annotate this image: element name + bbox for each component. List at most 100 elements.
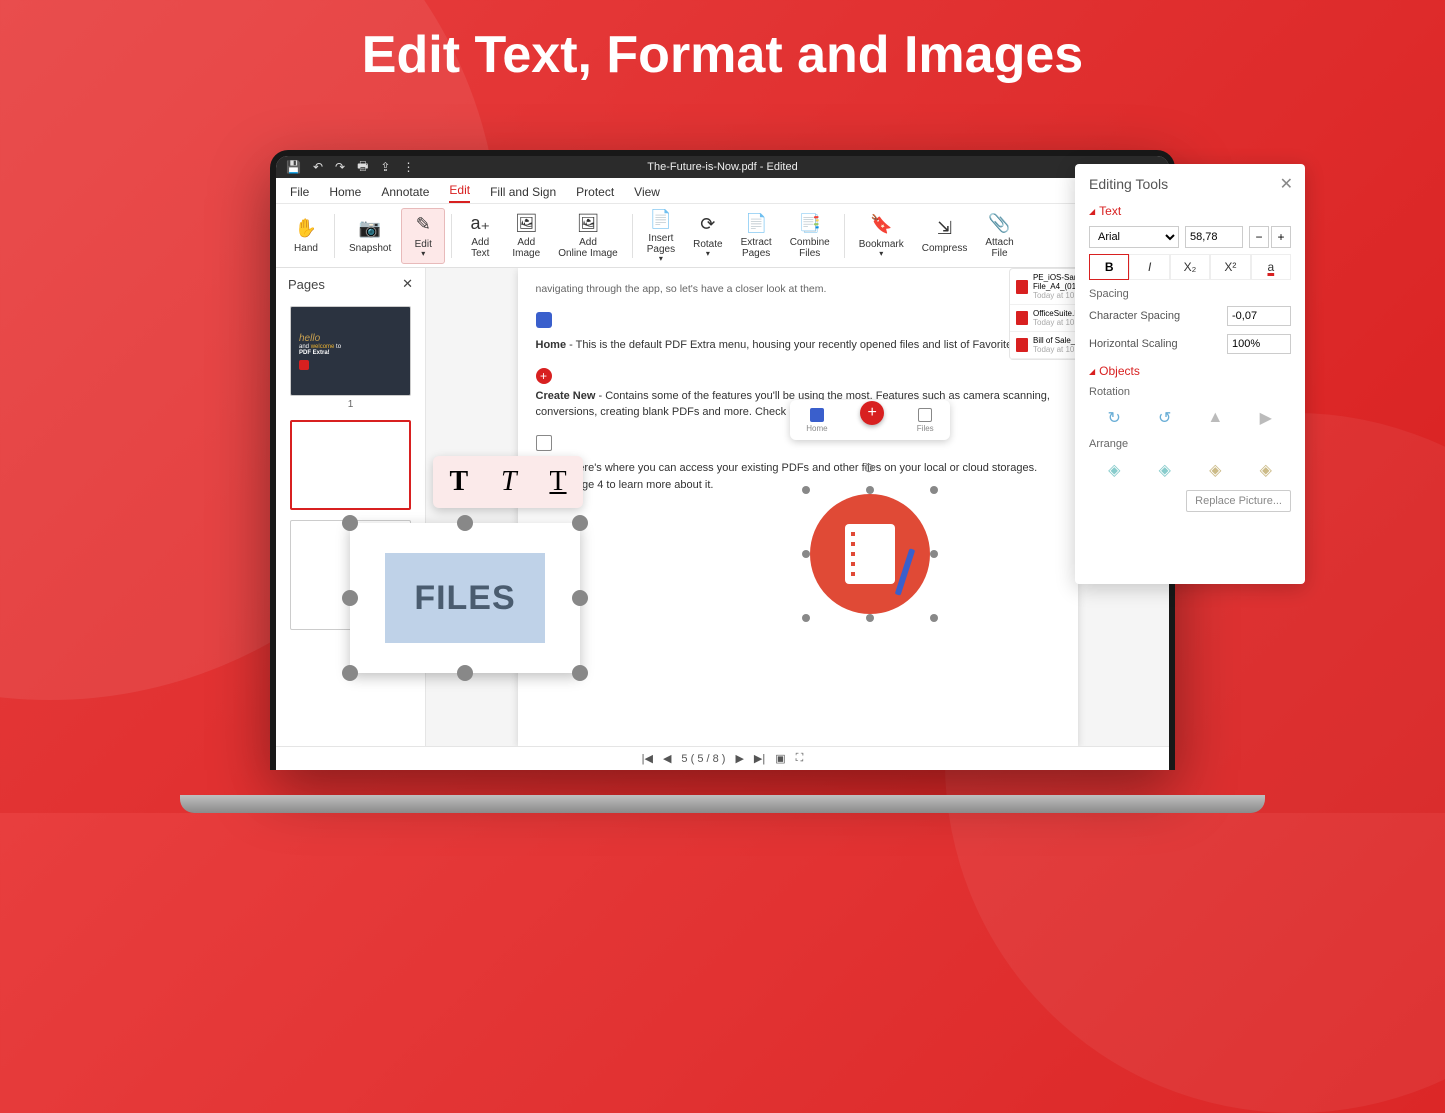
extract-icon: 📄 [745, 212, 767, 234]
compress-button[interactable]: ⇲Compress [914, 208, 976, 264]
resize-handle[interactable] [457, 665, 473, 681]
send-back-icon[interactable]: ◈ [1252, 458, 1280, 482]
bookmark-button[interactable]: 🔖Bookmark▾ [851, 208, 912, 264]
rotate-ccw-icon[interactable]: ↺ [1151, 406, 1179, 430]
undo-icon[interactable]: ↶ [313, 160, 323, 174]
text-style-popup: T T T [433, 456, 583, 508]
resize-handle[interactable] [342, 590, 358, 606]
send-backward-icon[interactable]: ◈ [1201, 458, 1229, 482]
flip-v-icon[interactable]: ▶ [1252, 406, 1280, 430]
pager-last[interactable]: ▶| [754, 752, 765, 765]
edit-tool[interactable]: ✎Edit▾ [401, 208, 445, 264]
save-icon[interactable]: 💾 [286, 160, 301, 174]
notepad-icon [845, 524, 895, 584]
mini-nav-files[interactable]: Files [917, 408, 934, 433]
menu-view[interactable]: View [634, 185, 660, 203]
rotate-cw-icon[interactable]: ↻ [1100, 406, 1128, 430]
menu-protect[interactable]: Protect [576, 185, 614, 203]
resize-handle[interactable] [572, 515, 588, 531]
close-pages-icon[interactable]: ✕ [402, 276, 413, 292]
resize-handle[interactable] [930, 614, 938, 622]
bring-front-icon[interactable]: ◈ [1100, 458, 1128, 482]
mini-nav-home[interactable]: Home [806, 408, 827, 433]
text-section-header[interactable]: Text [1089, 204, 1291, 218]
pager-first[interactable]: |◀ [642, 752, 653, 765]
menu-fillsign[interactable]: Fill and Sign [490, 185, 556, 203]
laptop-frame: 💾 ↶ ↷ 🖶 ⇪ ⋮ The-Future-is-Now.pdf - Edit… [270, 150, 1175, 770]
resize-handle[interactable] [866, 614, 874, 622]
bold-style-button[interactable]: T [449, 466, 468, 498]
char-spacing-input[interactable] [1227, 306, 1291, 326]
subscript-button[interactable]: X₂ [1170, 254, 1210, 280]
rotate-button[interactable]: ⟳Rotate▾ [685, 208, 730, 264]
pager-zoom-icon[interactable]: ⛶ [796, 752, 804, 765]
bring-forward-icon[interactable]: ◈ [1151, 458, 1179, 482]
underline-style-button[interactable]: T [549, 466, 566, 498]
flip-h-icon[interactable]: ▲ [1201, 406, 1229, 430]
selected-image-object[interactable]: ⟳ [790, 474, 950, 634]
menu-annotate[interactable]: Annotate [381, 185, 429, 203]
selected-text-object[interactable]: FILES [350, 523, 580, 673]
size-increase[interactable]: + [1271, 226, 1291, 248]
share-icon[interactable]: ⇪ [380, 160, 390, 174]
window-title: The-Future-is-Now.pdf - Edited [647, 161, 797, 173]
resize-handle[interactable] [342, 665, 358, 681]
combine-files-button[interactable]: 📑Combine Files [782, 208, 838, 264]
menu-home[interactable]: Home [329, 185, 361, 203]
attach-file-button[interactable]: 📎Attach File [977, 208, 1021, 264]
home-section-icon [536, 312, 552, 328]
font-select[interactable]: Arial [1089, 226, 1179, 248]
add-image-button[interactable]: 🖼Add Image [504, 208, 548, 264]
pdf-icon [1016, 311, 1028, 325]
resize-handle[interactable] [930, 486, 938, 494]
objects-section-header[interactable]: Objects [1089, 364, 1291, 378]
close-panel-icon[interactable]: ✕ [1280, 174, 1293, 194]
insert-pages-button[interactable]: 📄Insert Pages▾ [639, 208, 683, 264]
mini-nav-new[interactable]: + [860, 401, 884, 425]
resize-handle[interactable] [930, 550, 938, 558]
pager: |◀ ◀ 5 ( 5 / 8 ) ▶ ▶| ▣ ⛶ [276, 746, 1169, 770]
page-thumb-2[interactable] [290, 420, 411, 510]
pencil-icon [895, 548, 916, 596]
add-online-image-button[interactable]: 🖼Add Online Image [550, 208, 625, 264]
bold-button[interactable]: B [1089, 254, 1129, 280]
size-decrease[interactable]: − [1249, 226, 1269, 248]
spacing-label: Spacing [1089, 288, 1291, 300]
rotate-handle-icon[interactable]: ⟳ [864, 460, 876, 477]
print-icon[interactable]: 🖶 [357, 157, 368, 178]
superscript-button[interactable]: X² [1210, 254, 1250, 280]
hscale-input[interactable] [1227, 334, 1291, 354]
attach-icon: 📎 [989, 212, 1011, 234]
resize-handle[interactable] [342, 515, 358, 531]
resize-handle[interactable] [572, 590, 588, 606]
snapshot-tool[interactable]: 📷Snapshot [341, 208, 399, 264]
page-thumb-1[interactable]: helloand welcome toPDF Extra!1 [290, 306, 411, 410]
italic-style-button[interactable]: T [501, 466, 517, 498]
menu-edit[interactable]: Edit [449, 183, 470, 203]
hand-icon: ✋ [295, 218, 317, 240]
resize-handle[interactable] [457, 515, 473, 531]
replace-picture-button[interactable]: Replace Picture... [1186, 490, 1291, 512]
font-color-button[interactable]: a [1251, 254, 1291, 280]
redo-icon[interactable]: ↷ [335, 160, 345, 174]
pager-next[interactable]: ▶ [735, 752, 743, 765]
editing-tools-panel: ✕ Editing Tools Text Arial −+ B I X₂ X² … [1075, 164, 1305, 584]
text-icon: a₊ [469, 212, 491, 234]
combine-icon: 📑 [799, 212, 821, 234]
add-text-button[interactable]: a₊Add Text [458, 208, 502, 264]
font-size-input[interactable] [1185, 226, 1243, 248]
pager-prev[interactable]: ◀ [663, 752, 671, 765]
resize-handle[interactable] [802, 486, 810, 494]
menubar: File Home Annotate Edit Fill and Sign Pr… [276, 178, 1169, 204]
more-icon[interactable]: ⋮ [402, 160, 414, 174]
resize-handle[interactable] [802, 614, 810, 622]
italic-button[interactable]: I [1129, 254, 1169, 280]
pager-view-icon[interactable]: ▣ [775, 752, 785, 765]
menu-file[interactable]: File [290, 185, 309, 203]
online-image-icon: 🖼 [577, 212, 599, 234]
extract-pages-button[interactable]: 📄Extract Pages [733, 208, 780, 264]
resize-handle[interactable] [866, 486, 874, 494]
resize-handle[interactable] [572, 665, 588, 681]
hand-tool[interactable]: ✋Hand [284, 208, 328, 264]
resize-handle[interactable] [802, 550, 810, 558]
